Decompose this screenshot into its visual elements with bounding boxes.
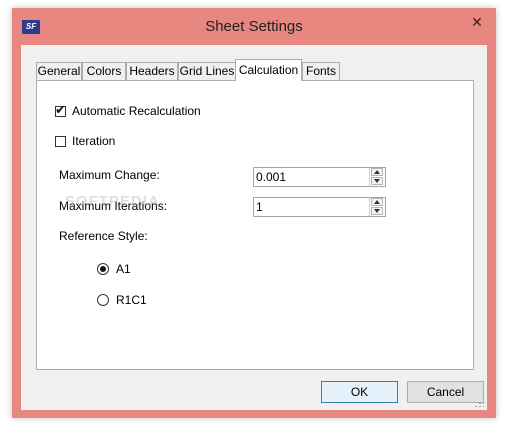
max-change-down-button[interactable] — [371, 177, 383, 185]
radio-a1[interactable] — [97, 263, 109, 275]
reference-style-label: Reference Style: — [59, 229, 148, 243]
max-iterations-label: Maximum Iterations: — [59, 199, 168, 213]
arrow-up-icon — [374, 200, 380, 204]
window-title: Sheet Settings — [205, 18, 303, 35]
cancel-button[interactable]: Cancel — [407, 381, 484, 403]
max-iterations-input[interactable] — [256, 199, 366, 215]
arrow-up-icon — [374, 170, 380, 174]
max-change-up-button[interactable] — [371, 168, 383, 176]
radio-r1c1-label: R1C1 — [116, 293, 147, 307]
radio-selected-dot — [100, 266, 106, 272]
iteration-checkbox[interactable] — [55, 135, 66, 147]
max-iterations-up-button[interactable] — [371, 198, 383, 206]
max-change-label: Maximum Change: — [59, 168, 160, 182]
iteration-label: Iteration — [72, 134, 116, 148]
iteration-option[interactable]: Iteration — [55, 134, 115, 148]
max-change-input[interactable] — [256, 169, 366, 185]
tab-colors[interactable]: Colors — [82, 62, 126, 80]
calculation-panel: ✔ Automatic Recalculation Iteration Maxi… — [36, 80, 474, 370]
max-change-spin-buttons — [369, 168, 385, 186]
max-change-spinbox[interactable] — [253, 167, 386, 187]
auto-recalc-label: Automatic Recalculation — [72, 104, 201, 118]
tab-grid-lines[interactable]: Grid Lines — [178, 62, 236, 80]
max-iterations-spin-buttons — [369, 198, 385, 216]
auto-recalc-option[interactable]: ✔ Automatic Recalculation — [55, 101, 201, 118]
arrow-down-icon — [374, 209, 380, 213]
ok-button[interactable]: OK — [321, 381, 398, 403]
dialog-client-area: General Colors Headers Grid Lines Calcul… — [21, 45, 487, 410]
radio-a1-option[interactable]: A1 — [97, 262, 131, 276]
max-iterations-spinbox[interactable] — [253, 197, 386, 217]
tab-calculation[interactable]: Calculation — [235, 59, 302, 81]
radio-r1c1-option[interactable]: R1C1 — [97, 293, 147, 307]
tab-fonts[interactable]: Fonts — [302, 62, 340, 80]
auto-recalc-checkbox[interactable]: ✔ — [55, 101, 66, 117]
radio-a1-label: A1 — [116, 262, 131, 276]
dialog-window: SF Sheet Settings ✕ General Colors Heade… — [12, 8, 496, 418]
checkmark-icon: ✔ — [55, 101, 66, 117]
radio-r1c1[interactable] — [97, 294, 109, 306]
close-button[interactable]: ✕ — [464, 14, 490, 30]
tab-headers[interactable]: Headers — [126, 62, 178, 80]
arrow-down-icon — [374, 179, 380, 183]
tab-general[interactable]: General — [36, 62, 82, 80]
title-bar[interactable]: SF Sheet Settings ✕ — [12, 8, 496, 46]
max-iterations-down-button[interactable] — [371, 207, 383, 215]
